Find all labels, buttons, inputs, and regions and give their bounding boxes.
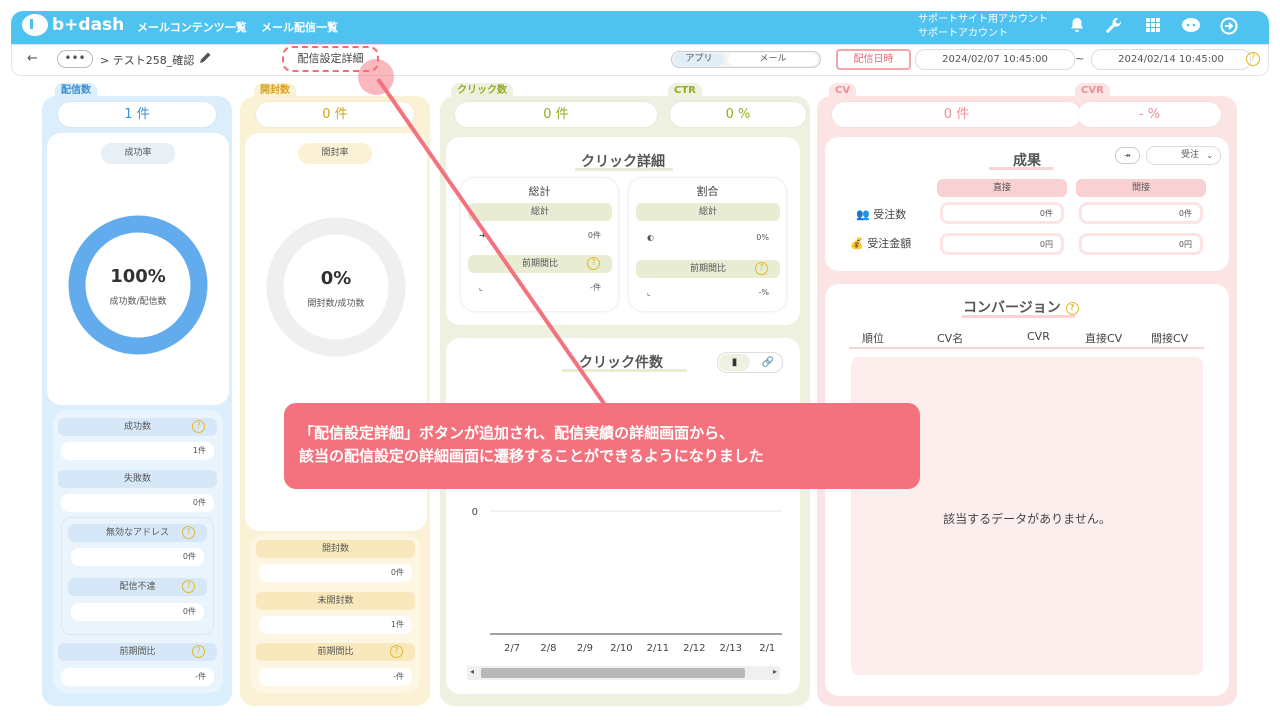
callout-line1: 「配信設定詳細」ボタンが追加され、配信実績の詳細画面から、: [299, 424, 735, 442]
callout-pointer: [358, 59, 607, 407]
feature-callout: 「配信設定詳細」ボタンが追加され、配信実績の詳細画面から、 該当の配信設定の詳細…: [284, 403, 920, 489]
callout-line2: 該当の配信設定の詳細画面に遷移することができるようになりました: [299, 447, 764, 465]
